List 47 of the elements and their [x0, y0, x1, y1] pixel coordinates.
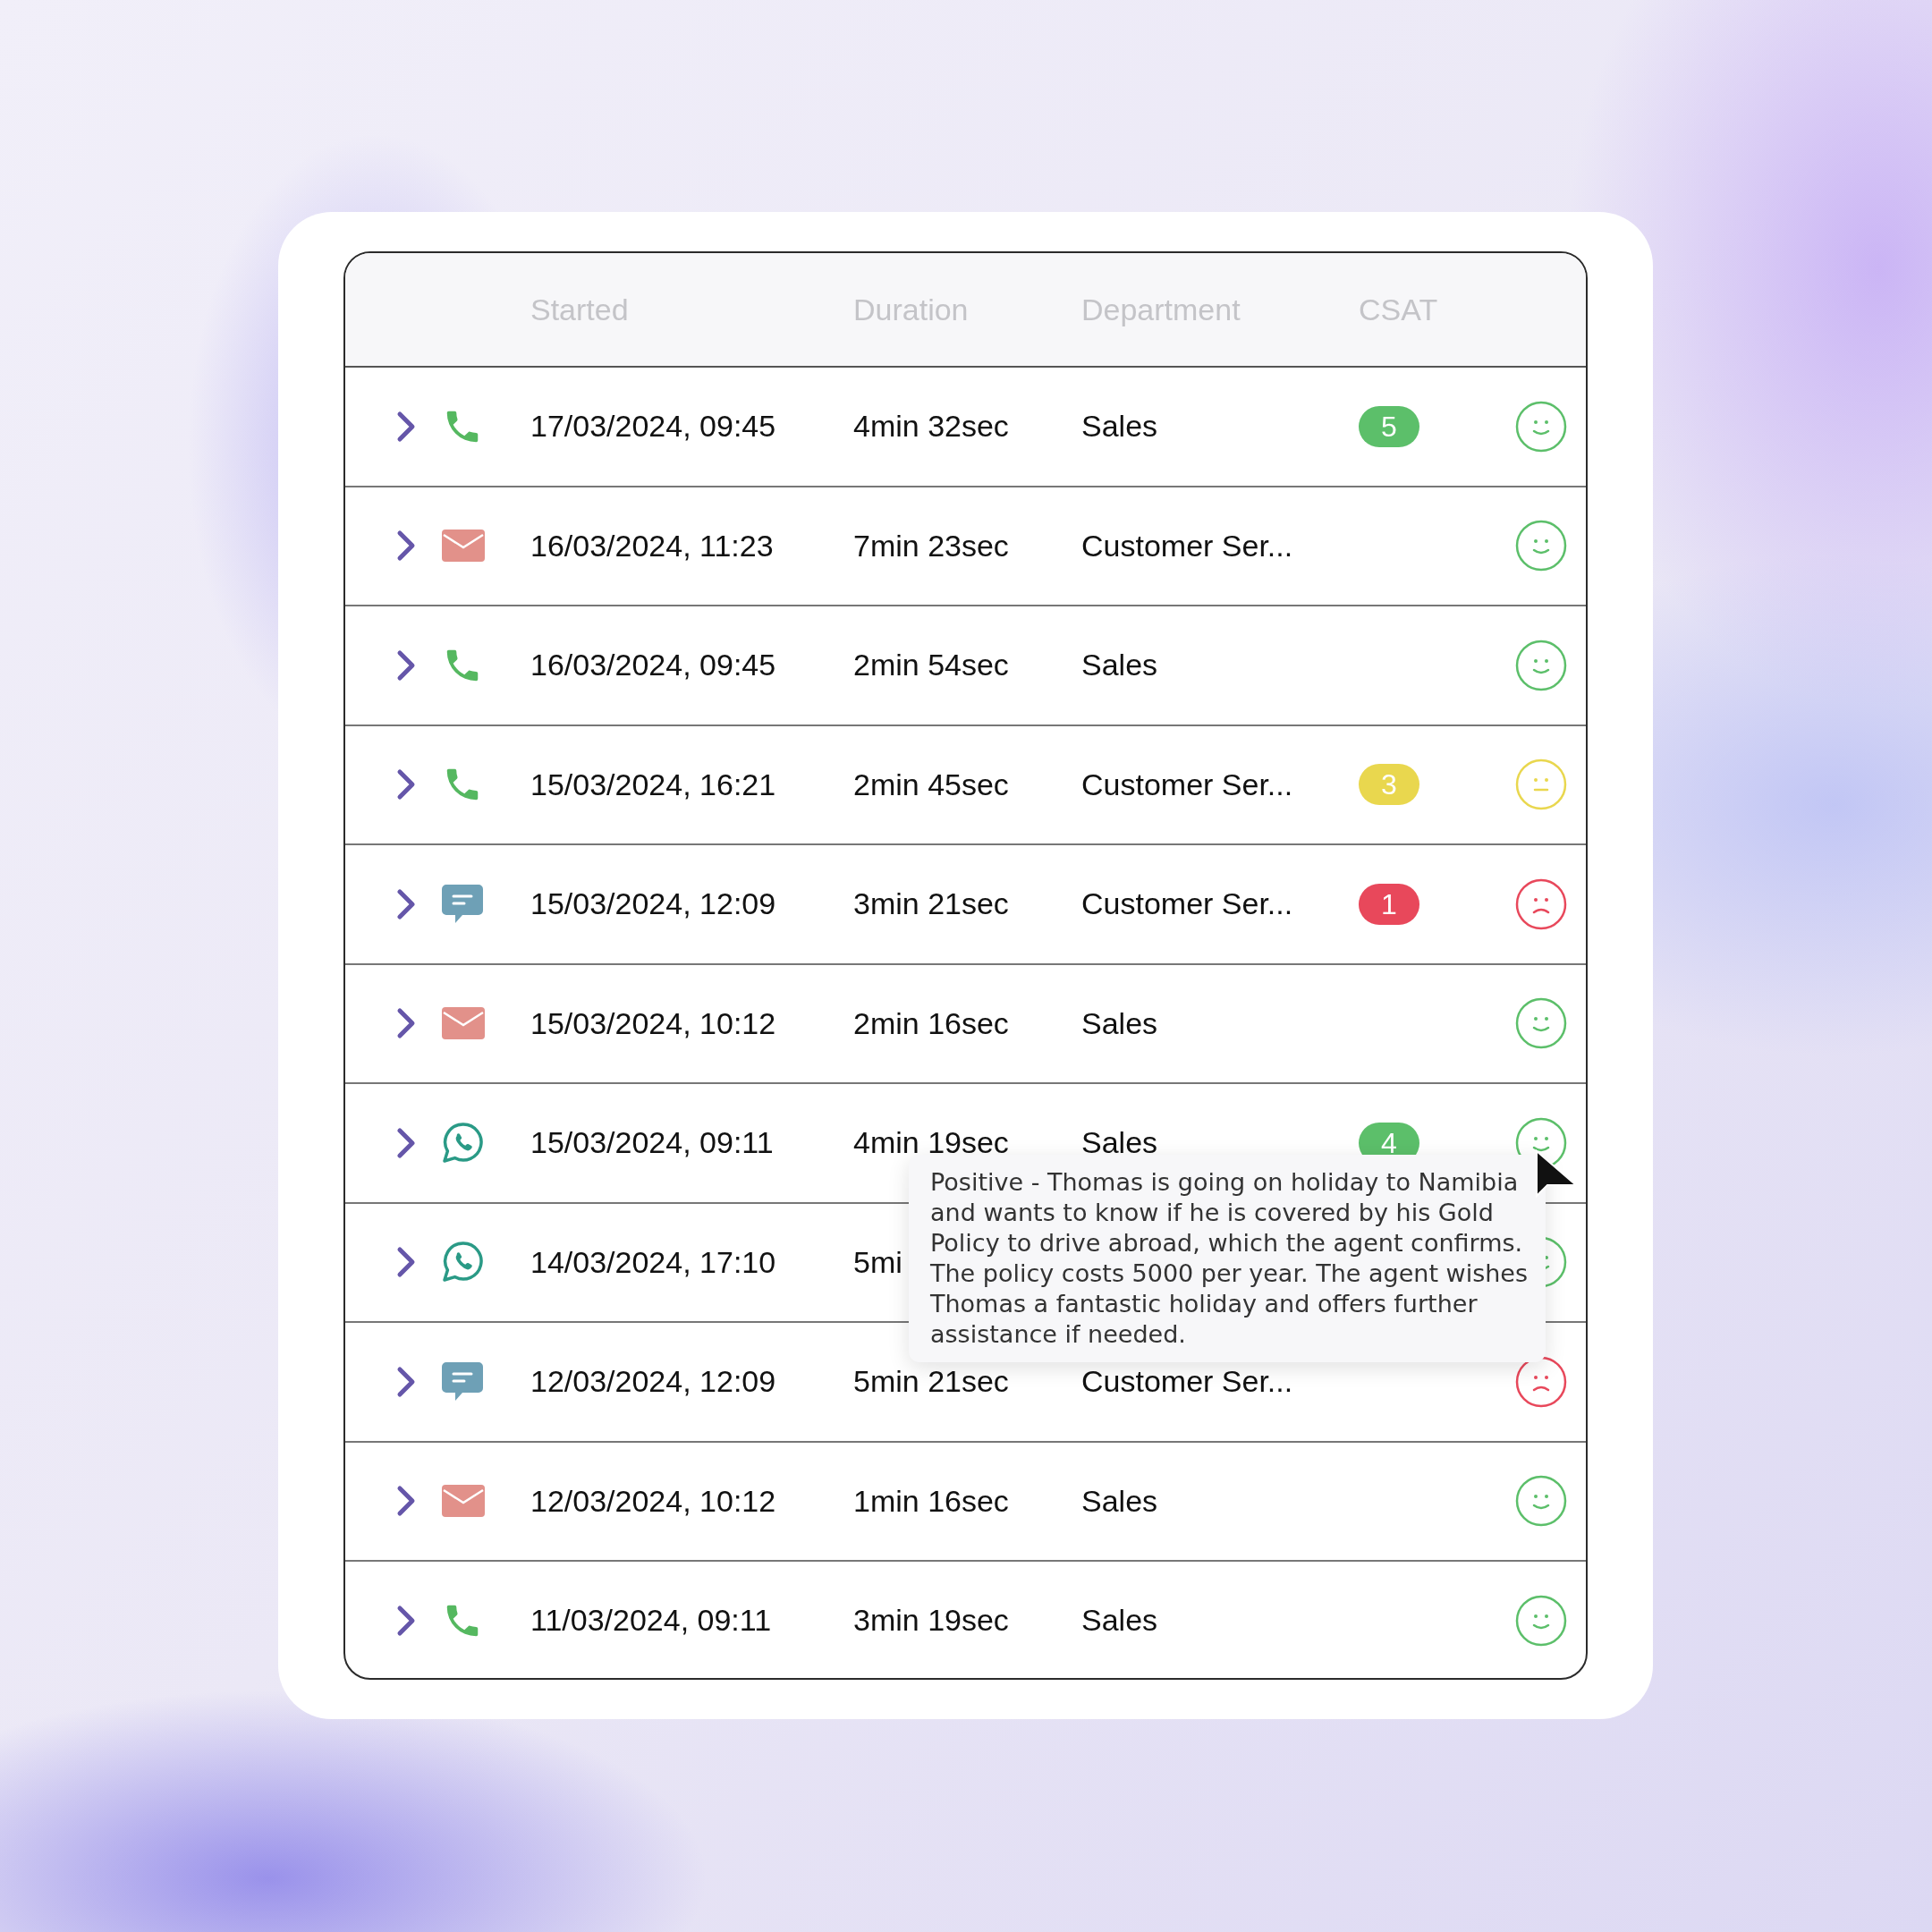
started-cell: 16/03/2024, 09:45 [530, 648, 776, 683]
chevron-right-icon[interactable] [395, 410, 417, 443]
chevron-right-icon[interactable] [395, 768, 417, 801]
department-cell: Customer Ser... [1081, 886, 1293, 922]
started-cell: 11/03/2024, 09:11 [530, 1603, 772, 1639]
department-cell: Sales [1081, 1483, 1158, 1519]
duration-cell: 7min 23sec [853, 528, 1009, 564]
csat-score-badge: 3 [1359, 764, 1419, 806]
department-cell: Sales [1081, 1005, 1158, 1041]
chevron-right-icon[interactable] [395, 530, 417, 563]
started-cell: 16/03/2024, 11:23 [530, 528, 774, 564]
sad-face-icon[interactable] [1515, 1355, 1567, 1408]
started-cell: 15/03/2024, 16:21 [530, 767, 776, 802]
department-cell: Customer Ser... [1081, 767, 1293, 802]
duration-cell: 3min 21sec [853, 886, 1009, 922]
started-cell: 14/03/2024, 17:10 [530, 1244, 776, 1280]
chevron-right-icon[interactable] [395, 887, 417, 920]
chevron-right-icon[interactable] [395, 648, 417, 682]
tooltip: Positive - Thomas is going on holiday to Namibia and wants to know if he is covered by his Gold Policy to drive abroad, which the agent confirms. The policy costs 5000 per year. The agent wishes Thomas a fantastic holiday and offers further assistance if needed. [909, 1155, 1546, 1362]
duration-cell: 5mi [853, 1244, 902, 1280]
department-cell: Customer Ser... [1081, 1364, 1293, 1400]
department-cell: Sales [1081, 1603, 1158, 1639]
started-cell: 12/03/2024, 10:12 [530, 1483, 776, 1519]
started-cell: 15/03/2024, 10:12 [530, 1005, 776, 1041]
chevron-right-icon[interactable] [395, 1007, 417, 1040]
duration-cell: 4min 32sec [853, 409, 1009, 445]
started-cell: 12/03/2024, 12:09 [530, 1364, 776, 1400]
chevron-right-icon[interactable] [395, 1604, 417, 1637]
duration-cell: 5min 21sec [853, 1364, 1009, 1400]
duration-cell: 2min 16sec [853, 1005, 1009, 1041]
chevron-right-icon[interactable] [395, 1485, 417, 1518]
started-cell: 15/03/2024, 09:11 [530, 1125, 774, 1161]
chevron-right-icon[interactable] [395, 1246, 417, 1279]
department-cell: Sales [1081, 409, 1158, 445]
csat-score-badge: 1 [1359, 883, 1419, 925]
department-cell: Customer Ser... [1081, 528, 1293, 564]
duration-cell: 2min 54sec [853, 648, 1009, 683]
sad-face-icon[interactable] [1515, 877, 1567, 930]
chevron-right-icon[interactable] [395, 1365, 417, 1398]
started-cell: 15/03/2024, 12:09 [530, 886, 776, 922]
chevron-right-icon[interactable] [395, 1126, 417, 1159]
duration-cell: 1min 16sec [853, 1483, 1009, 1519]
duration-cell: 3min 19sec [853, 1603, 1009, 1639]
started-cell: 17/03/2024, 09:45 [530, 409, 776, 445]
duration-cell: 2min 45sec [853, 767, 1009, 802]
csat-score-badge: 5 [1359, 405, 1419, 447]
department-cell: Sales [1081, 648, 1158, 683]
